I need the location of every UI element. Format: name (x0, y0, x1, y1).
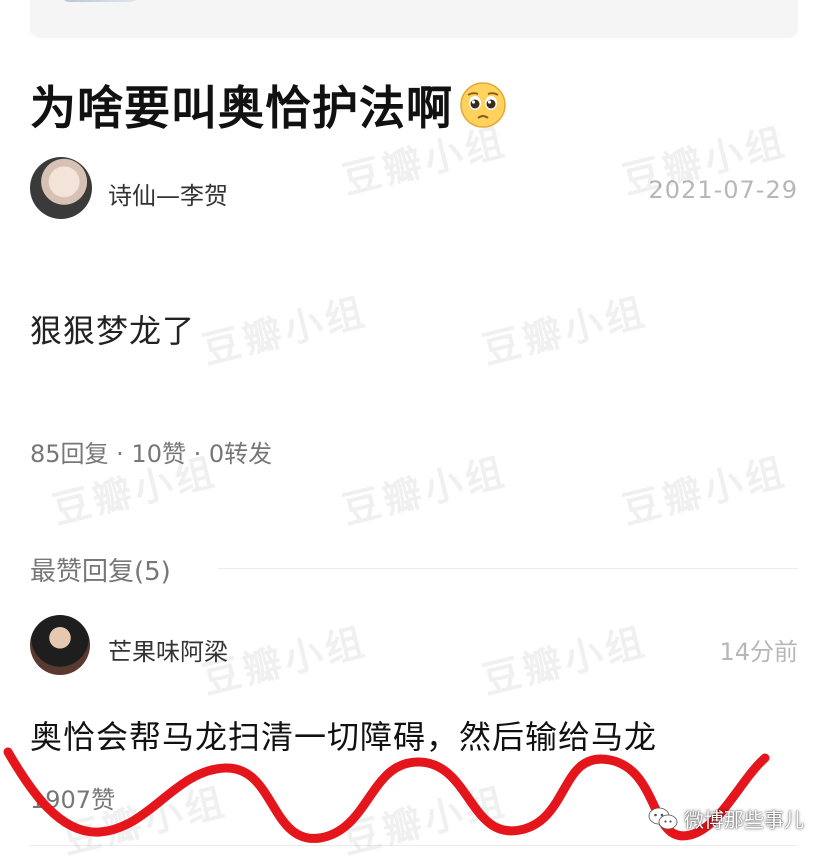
top-replies-header: 最赞回复(5) (30, 557, 171, 587)
post-date: 2021-07-29 (648, 176, 798, 204)
source-label: 微博那些事儿 (684, 808, 804, 832)
pleading-face-icon (460, 82, 506, 128)
watermark: 豆瓣小组 (478, 289, 652, 373)
watermark: 豆瓣小组 (198, 289, 372, 373)
post-title-text: 为啥要叫奥恰护法啊 (30, 81, 453, 135)
author-avatar[interactable] (30, 157, 92, 219)
group-avatar (60, 0, 140, 2)
wechat-icon (648, 807, 678, 829)
watermark: 豆瓣小组 (618, 449, 792, 533)
reply-like-count[interactable]: 1907赞 (30, 780, 115, 815)
watermark: 豆瓣小组 (338, 779, 512, 863)
post-stats: 85回复 · 10赞 · 0转发 (30, 440, 273, 468)
divider (30, 845, 798, 846)
source-badge: 微博那些事儿 (648, 804, 804, 833)
divider (218, 568, 798, 569)
post-body: 狠狠梦龙了 (30, 312, 196, 350)
reply-text: 奥恰会帮马龙扫清一切障碍，然后输给马龙 (30, 718, 658, 756)
reply-author-avatar[interactable] (30, 615, 90, 675)
watermark: 豆瓣小组 (478, 619, 652, 703)
reply-author-name[interactable]: 芒果味阿梁 (108, 632, 228, 667)
post-title: 为啥要叫奥恰护法啊 (30, 72, 507, 138)
group-card[interactable] (30, 0, 798, 38)
reply-time: 14分前 (719, 638, 798, 666)
watermark: 豆瓣小组 (338, 449, 512, 533)
author-name[interactable]: 诗仙—李贺 (108, 176, 228, 211)
